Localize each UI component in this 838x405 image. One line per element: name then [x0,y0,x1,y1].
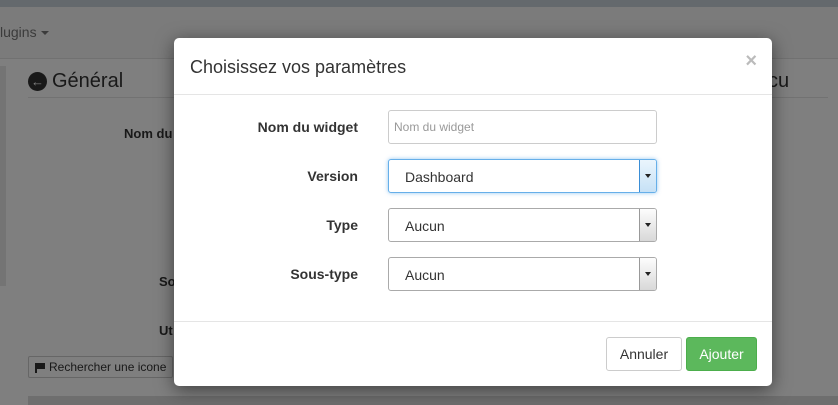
subtype-label: Sous-type [290,266,358,282]
form-row-version: Version Dashboard [174,159,772,193]
version-select[interactable]: Dashboard [388,159,657,193]
subtype-select-value: Aucun [405,267,445,283]
form-row-type: Type Aucun [174,208,772,242]
cancel-button[interactable]: Annuler [606,337,682,371]
type-label: Type [326,217,358,233]
widget-name-input[interactable] [388,110,657,144]
form-row-widget-name: Nom du widget [174,110,772,144]
add-button[interactable]: Ajouter [686,337,757,371]
modal-footer: Annuler Ajouter [174,321,772,386]
parameters-modal: Choisissez vos paramètres × Nom du widge… [174,38,772,386]
chevron-down-icon[interactable] [639,258,656,290]
type-select[interactable]: Aucun [388,208,657,242]
close-icon[interactable]: × [745,51,757,71]
version-select-value: Dashboard [405,169,474,185]
subtype-select[interactable]: Aucun [388,257,657,291]
modal-title: Choisissez vos paramètres [190,57,407,77]
chevron-down-icon[interactable] [639,209,656,241]
modal-header: Choisissez vos paramètres × [174,38,772,95]
chevron-down-icon[interactable] [639,160,656,192]
widget-name-label: Nom du widget [257,119,358,135]
type-select-value: Aucun [405,218,445,234]
version-label: Version [307,168,358,184]
form-row-subtype: Sous-type Aucun [174,257,772,291]
